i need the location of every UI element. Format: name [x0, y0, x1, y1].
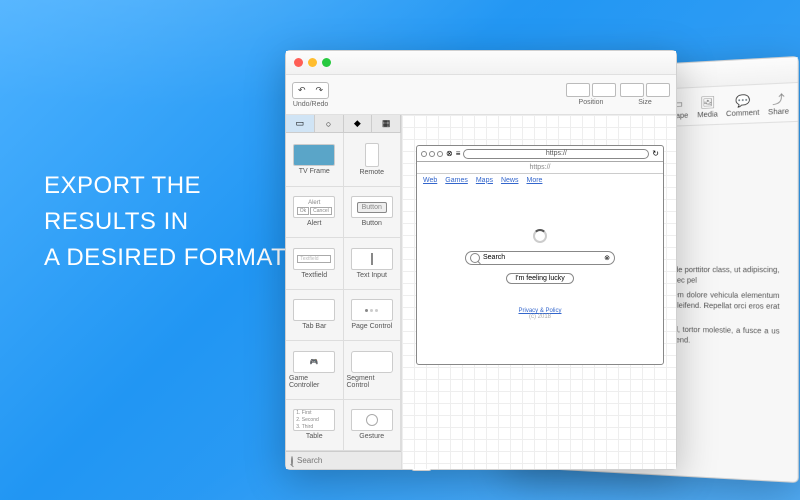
- palette-tabs: ▭ ○ ◆ ▦: [286, 115, 401, 133]
- palette-tab[interactable]: ▦: [372, 115, 401, 132]
- palette-item-textfield[interactable]: TextfieldTextfield: [286, 238, 344, 290]
- palette-item-textinput[interactable]: Text Input: [344, 238, 402, 290]
- hero-text: EXPORT THE RESULTS IN A DESIRED FORMAT: [44, 168, 286, 276]
- undo-redo-buttons[interactable]: ↶↷: [292, 82, 329, 99]
- traffic-lights: [294, 58, 331, 67]
- menu-icon[interactable]: ≡: [456, 149, 461, 158]
- hero-line: EXPORT THE: [44, 168, 286, 204]
- size-label: Size: [638, 99, 652, 106]
- mock-url-field[interactable]: https://: [463, 149, 649, 159]
- palette-item-table[interactable]: 1. First2. Second3. ThirdTable: [286, 400, 344, 452]
- share-tool[interactable]: ⤴Share: [766, 89, 791, 117]
- search-icon: [470, 253, 480, 263]
- palette-item-remote[interactable]: Remote: [344, 133, 402, 187]
- mock-sub-url: https://: [417, 162, 663, 174]
- back-icon[interactable]: ⊗: [446, 149, 453, 158]
- palette-tab[interactable]: ○: [315, 115, 344, 132]
- hero-line: RESULTS IN: [44, 204, 286, 240]
- nav-link[interactable]: More: [526, 177, 542, 184]
- palette-item-tabbar[interactable]: Tab Bar: [286, 290, 344, 342]
- palette-item-tvframe[interactable]: TV Frame: [286, 133, 344, 187]
- component-palette: ▭ ○ ◆ ▦ TV Frame Remote AlertOkCancelAle…: [286, 115, 402, 469]
- palette-item-gesture[interactable]: Gesture: [344, 400, 402, 452]
- position-fields[interactable]: [566, 83, 616, 97]
- media-tool[interactable]: 🖼Media: [696, 92, 720, 119]
- search-icon: [291, 456, 293, 466]
- palette-search-input[interactable]: [297, 456, 407, 465]
- palette-footer: 🏷 184: [286, 451, 401, 469]
- comment-tool[interactable]: 💬Comment: [726, 90, 759, 118]
- lucky-button[interactable]: I'm feeling lucky: [506, 273, 574, 284]
- palette-item-button[interactable]: ButtonButton: [344, 187, 402, 239]
- editor-window: ↶↷ Undo/Redo Position Size ▭ ○ ◆ ▦: [285, 50, 677, 470]
- palette-item-alert[interactable]: AlertOkCancelAlert: [286, 187, 344, 239]
- mockup-browser-frame[interactable]: ⊗ ≡ https:// ↻ https:// Web Games Maps N…: [416, 145, 664, 365]
- palette-item-segment[interactable]: Segment Control: [344, 341, 402, 400]
- editor-titlebar: [286, 51, 676, 75]
- close-icon[interactable]: [294, 58, 303, 67]
- hero-line: A DESIRED FORMAT: [44, 240, 286, 276]
- copyright: (c) 2018: [417, 314, 663, 320]
- nav-link[interactable]: Web: [423, 177, 437, 184]
- loading-spinner-icon: [533, 229, 547, 243]
- palette-tab[interactable]: ◆: [344, 115, 373, 132]
- undo-label: Undo/Redo: [293, 101, 328, 108]
- editor-toolbar: ↶↷ Undo/Redo Position Size: [286, 75, 676, 115]
- zoom-icon[interactable]: [322, 58, 331, 67]
- mock-nav: Web Games Maps News More: [417, 174, 663, 186]
- palette-item-gamecontroller[interactable]: 🎮Game Controller: [286, 341, 344, 400]
- editor-canvas[interactable]: ⊗ ≡ https:// ↻ https:// Web Games Maps N…: [402, 115, 676, 469]
- mock-titlebar: ⊗ ≡ https:// ↻: [417, 146, 663, 162]
- size-fields[interactable]: [620, 83, 670, 97]
- refresh-icon[interactable]: ↻: [652, 149, 659, 158]
- nav-link[interactable]: Maps: [476, 177, 493, 184]
- mock-body: Search ⊗ I'm feeling lucky Privacy & Pol…: [417, 186, 663, 326]
- palette-tab[interactable]: ▭: [286, 115, 315, 132]
- clear-icon[interactable]: ⊗: [604, 254, 610, 262]
- nav-link[interactable]: News: [501, 177, 519, 184]
- minimize-icon[interactable]: [308, 58, 317, 67]
- nav-link[interactable]: Games: [445, 177, 468, 184]
- mock-search-field[interactable]: Search ⊗: [465, 251, 615, 265]
- position-label: Position: [579, 99, 604, 106]
- palette-item-pagecontrol[interactable]: Page Control: [344, 290, 402, 342]
